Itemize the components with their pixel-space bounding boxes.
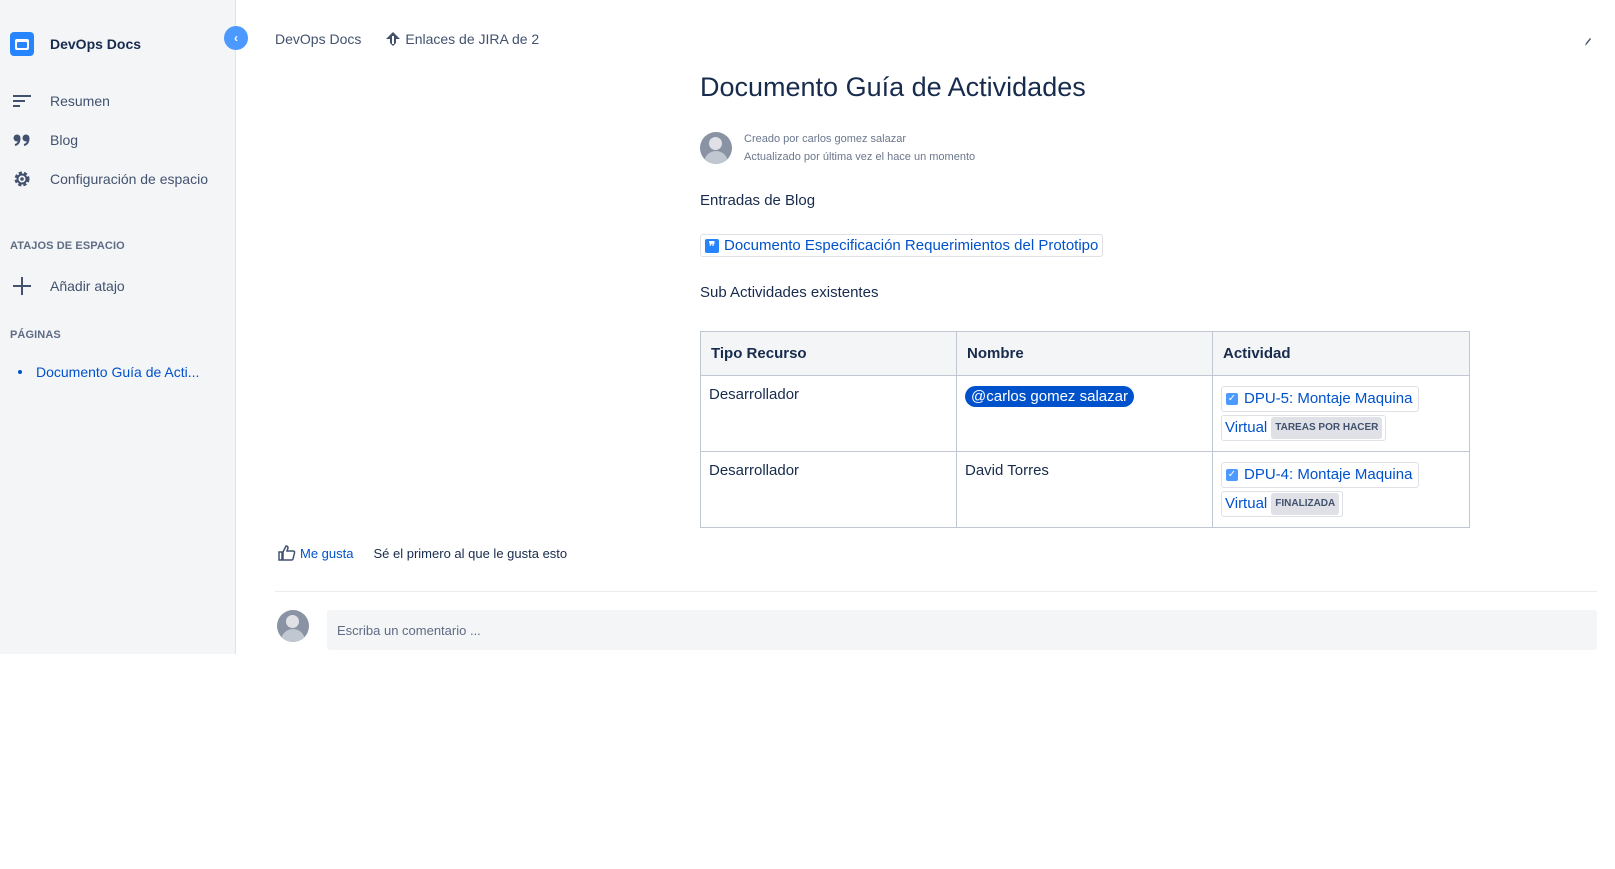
gear-icon [10,167,34,191]
sidebar-item-label: Configuración de espacio [50,171,208,187]
blog-heading: Entradas de Blog [700,192,816,209]
user-mention[interactable]: @carlos gomez salazar [965,386,1134,407]
status-badge: TAREAS POR HACER [1271,417,1383,439]
sidebar-item-configuracion[interactable]: Configuración de espacio [10,167,208,191]
jira-issue-link[interactable]: ✓ DPU-5: Montaje Maquina [1221,386,1420,412]
jira-icon [385,31,401,47]
page-tree-item[interactable]: Documento Guía de Acti... [18,364,199,380]
jira-issue-link-cont[interactable]: Virtual TAREAS POR HACER [1221,415,1387,441]
cell-tipo: Desarrollador [700,375,957,452]
sidebar-item-resumen[interactable]: Resumen [10,89,110,113]
sub-activities-heading: Sub Actividades existentes [700,284,879,301]
quote-icon [10,128,34,152]
pages-section-title: PÁGINAS [10,329,61,341]
table-header-row: Tipo Recurso Nombre Actividad [700,331,1470,376]
space-logo-icon [10,32,34,56]
page-title: Documento Guía de Actividades [700,72,1086,102]
jira-issue-link[interactable]: ✓ DPU-4: Montaje Maquina [1221,462,1420,488]
collapse-sidebar-button[interactable]: ‹ [224,26,248,50]
sidebar-item-blog[interactable]: Blog [10,128,78,152]
blog-post-link[interactable]: ❞ Documento Especificación Requerimiento… [700,234,1104,257]
activities-table: Tipo Recurso Nombre Actividad Desarrolla… [700,331,1470,528]
sidebar-item-label: Resumen [50,93,110,109]
header-tipo-recurso: Tipo Recurso [700,331,957,376]
shortcuts-section-title: ATAJOS DE ESPACIO [10,240,125,252]
table-row: Desarrollador @carlos gomez salazar ✓ DPU… [700,375,1470,452]
cell-actividad: ✓ DPU-4: Montaje Maquina Virtual FINALIZAD… [1212,451,1470,528]
like-label: Me gusta [300,545,354,561]
jira-issue-label-cont: Virtual [1225,494,1268,512]
header-nombre: Nombre [956,331,1213,376]
byline-text: Creado por carlos gomez salazar Actualiz… [744,130,975,166]
table-row: Desarrollador David Torres ✓ DPU-4: Monta… [700,451,1470,528]
page-tree-label: Documento Guía de Acti... [36,364,200,380]
cell-nombre: David Torres [956,451,1213,528]
header-actividad: Actividad [1212,331,1470,376]
add-shortcut-label: Añadir atajo [50,278,125,294]
jira-issue-link-cont[interactable]: Virtual FINALIZADA [1221,491,1344,517]
breadcrumb: DevOps Docs Enlaces de JIRA de 2 [275,31,539,47]
cell-nombre: @carlos gomez salazar [956,375,1213,452]
like-button[interactable]: Me gusta [278,544,353,562]
status-badge: FINALIZADA [1271,493,1340,515]
cell-tipo: Desarrollador [700,451,957,528]
overview-icon [10,89,34,113]
created-by: Creado por carlos gomez salazar [744,133,907,145]
page-content: Documento Guía de Actividades Creado por… [700,72,1470,528]
breadcrumb-jira-links[interactable]: Enlaces de JIRA de 2 [405,31,539,47]
sidebar: DevOps Docs Resumen Blog Configuración d… [0,0,236,654]
bullet-icon [18,370,22,374]
like-summary: Sé el primero al que le gusta esto [373,545,568,561]
avatar[interactable] [700,132,732,164]
like-row: Me gusta Sé el primero al que le gusta e… [278,544,567,562]
space-name: DevOps Docs [50,36,142,52]
divider [275,591,1597,592]
page-byline: Creado por carlos gomez salazar Actualiz… [700,130,975,166]
app: DevOps Docs Resumen Blog Configuración d… [0,0,1615,869]
avatar [277,610,309,642]
plus-icon [10,274,34,298]
jira-issue-label-cont: Virtual [1225,418,1268,436]
comment-input[interactable] [327,610,1597,650]
space-header[interactable]: DevOps Docs [10,32,141,56]
task-checkbox-icon: ✓ [1226,469,1238,482]
blog-quote-icon: ❞ [705,238,719,253]
edit-icon[interactable] [1584,36,1592,50]
task-checkbox-icon: ✓ [1226,393,1238,406]
breadcrumb-space[interactable]: DevOps Docs [275,31,361,47]
chevron-left-icon: ‹ [234,31,238,45]
cell-actividad: ✓ DPU-5: Montaje Maquina Virtual TAREAS PO… [1212,375,1470,452]
jira-issue-label: DPU-5: Montaje Maquina [1244,390,1413,407]
thumbs-up-icon [278,544,296,562]
jira-issue-label: DPU-4: Montaje Maquina [1244,466,1413,483]
sidebar-item-label: Blog [50,132,79,148]
add-shortcut-button[interactable]: Añadir atajo [10,274,125,298]
updated-info: Actualizado por última vez el hace un mo… [744,151,976,163]
blog-link-label: Documento Especificación Requerimientos … [724,237,1099,254]
